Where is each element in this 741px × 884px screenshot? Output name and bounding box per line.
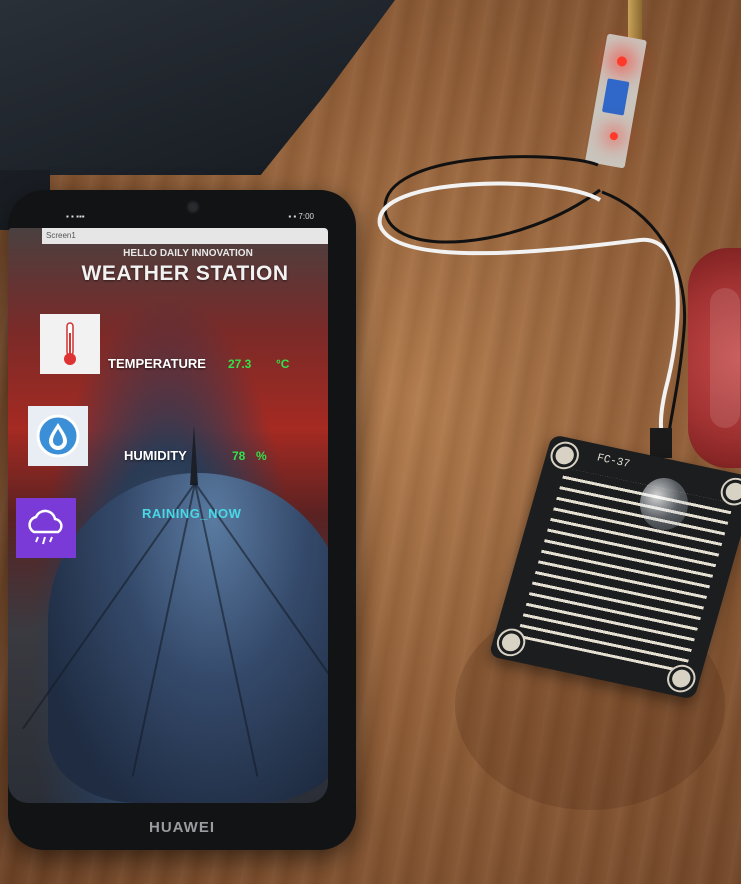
app-subtitle: HELLO DAILY INNOVATION	[123, 248, 253, 259]
humidity-value: 78	[232, 449, 246, 463]
app-title: WEATHER STATION	[81, 262, 289, 285]
umbrella-tip	[190, 425, 198, 485]
humidity-label: HUMIDITY	[124, 448, 187, 463]
temperature-unit: °C	[276, 357, 290, 371]
sensor-traces	[516, 467, 734, 674]
phone-brand: HUAWEI	[149, 819, 215, 836]
mount-hole	[549, 441, 580, 470]
status-icons-left: ▪ ▪ ▪▪▪	[66, 212, 85, 221]
sensor-label: FC-37	[595, 452, 632, 471]
temperature-label: TEMPERATURE	[108, 356, 206, 371]
app-screen: Screen1 HELLO DAILY INNOVATION WEATHER S…	[8, 228, 328, 803]
humidity-unit: %	[256, 449, 267, 463]
temperature-value: 27.3	[228, 357, 252, 371]
window-label: Screen1	[42, 228, 328, 244]
smartphone: ▪ ▪ ▪▪▪ ▪ ▪ 7:00 Screen1 HELLO DAILY INN…	[8, 190, 356, 850]
rain-status: RAINING_NOW	[142, 506, 242, 521]
water-drop-icon	[28, 406, 88, 466]
water-droplet	[640, 478, 688, 530]
status-bar: ▪ ▪ ▪▪▪ ▪ ▪ 7:00	[66, 212, 314, 224]
rain-cloud-icon	[16, 498, 76, 558]
thermometer-icon	[40, 314, 100, 374]
umbrella-background	[22, 425, 328, 803]
status-icons-right: ▪ ▪ 7:00	[288, 212, 314, 221]
